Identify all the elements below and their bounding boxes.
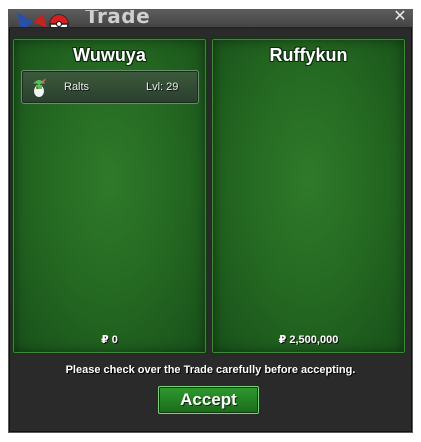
trade-notice: Please check over the Trade carefully be…: [65, 364, 356, 376]
pokemon-name: Ralts: [64, 81, 90, 93]
money-left: ₽ 0: [101, 334, 118, 346]
pokemon-slot[interactable]: Ralts Lvl: 29: [21, 70, 199, 104]
accept-button[interactable]: Accept: [158, 386, 259, 414]
game-logo-icon: [17, 12, 69, 27]
pokemon-level: Lvl: 29: [146, 81, 179, 93]
ralts-sprite-icon: [33, 78, 46, 97]
titlebar[interactable]: Trade ✕: [9, 10, 412, 28]
close-icon[interactable]: ✕: [392, 10, 408, 25]
right-trade-panel: Ruffykun ₽ 2,500,000: [211, 38, 406, 354]
player-name-left: Wuwuya: [73, 45, 146, 65]
left-trade-panel: Wuwuya Ralts Lvl: 29 ₽ 0: [12, 38, 207, 354]
player-name-right: Ruffykun: [269, 45, 348, 65]
window-title: Trade: [85, 10, 151, 28]
money-right: ₽ 2,500,000: [278, 334, 339, 346]
trade-window: Trade ✕ Wuwuya Ralts Lvl: 29 ₽ 0 Ruffyku…: [8, 9, 413, 433]
